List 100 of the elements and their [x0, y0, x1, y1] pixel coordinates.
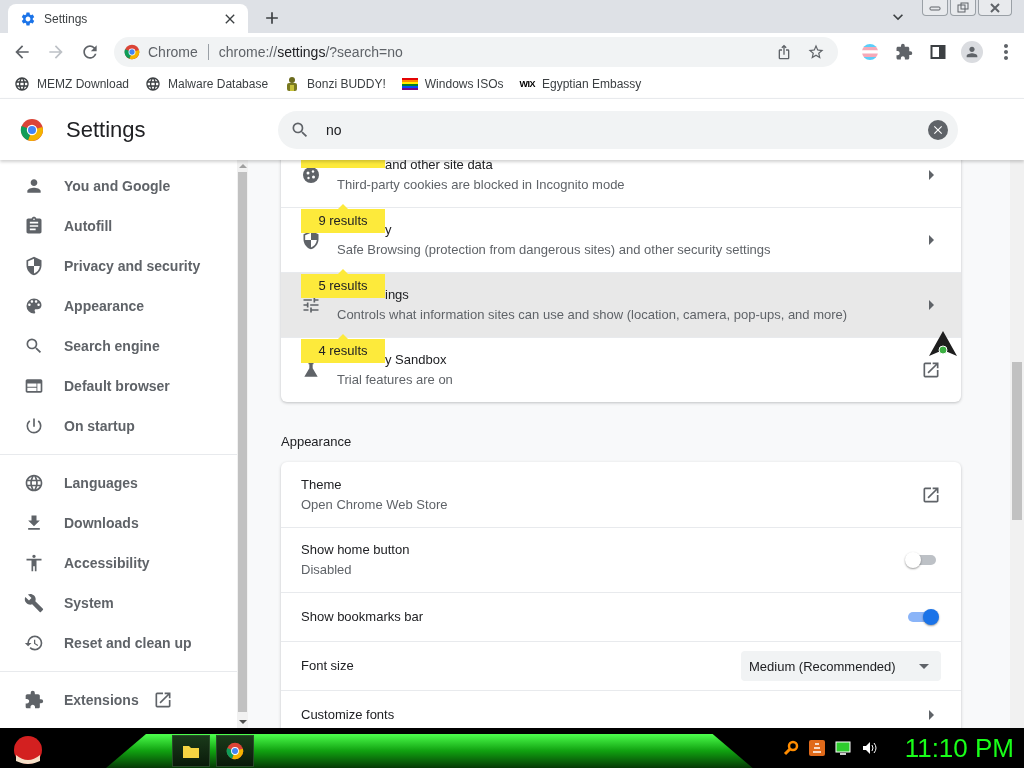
search-input[interactable]: no	[324, 120, 914, 139]
shield-icon	[24, 256, 44, 276]
globe-icon	[24, 473, 44, 493]
sliders-icon	[301, 295, 321, 315]
row-title: Customize fonts	[301, 706, 396, 724]
row-title: Show bookmarks bar	[301, 608, 425, 626]
chrome-logo-icon	[124, 43, 140, 60]
monitor-icon	[834, 740, 851, 756]
side-panel-icon	[930, 43, 946, 60]
section-heading: Appearance	[281, 433, 353, 451]
row-subtitle: Controls what information sites can use and show (location, camera, pop-ups, and more)	[337, 306, 849, 324]
open-external-icon	[921, 360, 941, 380]
settings-row[interactable]: Show bookmarks bar	[281, 592, 961, 641]
restore-button[interactable]	[950, 0, 976, 16]
minimize-icon	[929, 3, 941, 12]
row-title: and other site data	[384, 160, 494, 174]
taskbar-button[interactable]	[216, 735, 254, 767]
row-title: Theme	[301, 475, 343, 494]
app-tray-icon	[808, 740, 825, 756]
row-subtitle: Safe Browsing (protection from dangerous sites) and other security settings	[337, 241, 772, 259]
rainbow-flag-icon	[401, 76, 418, 92]
sidebar-item[interactable]: On startup	[0, 406, 237, 446]
search-field[interactable]: no	[278, 110, 958, 149]
row-subtitle: Third-party cookies are blocked in Incognito mode	[337, 175, 626, 194]
row-subtitle: Open Chrome Web Store	[301, 495, 449, 514]
sidebar-item[interactable]: Languages	[0, 463, 237, 503]
url-text: chrome://settings/?search=no	[218, 43, 404, 60]
row-subtitle: Disabled	[301, 561, 353, 579]
search-icon	[782, 740, 799, 756]
shield-icon	[301, 230, 321, 250]
settings-row[interactable]: Theme Open Chrome Web Store	[281, 462, 961, 527]
caret-icon	[919, 663, 929, 669]
history-icon	[24, 633, 44, 653]
arrow-right-icon	[929, 235, 934, 245]
chrome-logo-icon	[226, 742, 244, 760]
settings-row[interactable]: 5 results ings Controls what information sites can use and show (location, camera, pop-ups, and more)	[281, 272, 961, 337]
row-subtitle: Trial features are on	[337, 371, 454, 389]
clear-search-button[interactable]	[928, 119, 948, 140]
bookmark-item[interactable]: WIX Egyptian Embassy	[517, 73, 650, 95]
search-icon	[24, 336, 44, 356]
speaker-icon	[860, 740, 877, 756]
gear-icon	[20, 10, 36, 27]
accessibility-icon	[24, 553, 44, 573]
taskbar-button[interactable]	[172, 735, 210, 767]
sidebar-item[interactable]: Accessibility	[0, 543, 237, 583]
power-icon	[24, 416, 44, 436]
page-title: Settings	[66, 116, 147, 143]
profile-button[interactable]	[960, 39, 984, 64]
share-icon	[776, 43, 792, 60]
arrow-right-icon	[929, 300, 934, 310]
settings-row[interactable]: Font size Medium (Recommended)	[281, 641, 961, 690]
sidebar-item[interactable]: Search engine	[0, 326, 237, 366]
sidebar-item[interactable]: Appearance	[0, 286, 237, 326]
menu-icon	[1004, 43, 1008, 60]
puzzle-icon	[895, 42, 913, 61]
settings-row[interactable]: 4 results y Sandbox Trial features are on	[281, 337, 961, 402]
scroll-down-icon[interactable]	[238, 720, 247, 724]
arrow-right-icon	[929, 169, 934, 180]
sidebar-item[interactable]: Reset and clean up	[0, 623, 237, 663]
bookmark-item[interactable]: Windows ISOs	[399, 72, 512, 96]
bookmark-item[interactable]: Bonzi BUDDY!	[282, 72, 394, 96]
page-scrollbar[interactable]	[1010, 160, 1024, 728]
chrome-logo-icon	[20, 117, 44, 142]
cursor-icon	[928, 330, 958, 358]
puzzle-icon	[24, 690, 44, 710]
sidebar-scrollbar[interactable]	[237, 160, 248, 728]
settings-row[interactable]: and other site data Third-party cookies are blocked in Incognito mode	[281, 160, 961, 207]
row-title: Show home button	[301, 541, 411, 559]
bookmark-item[interactable]: Malware Database	[143, 72, 277, 96]
address-bar[interactable]: Chrome chrome://settings/?search=no	[114, 36, 838, 67]
globe-icon	[14, 76, 30, 92]
sidebar-item[interactable]: Autofill	[0, 206, 237, 246]
close-icon	[989, 2, 1001, 13]
browser-tab[interactable]: Settings	[8, 4, 248, 33]
row-title: Font size	[301, 657, 355, 675]
wrench-icon	[24, 593, 44, 613]
folder-icon	[182, 743, 200, 759]
font-size-dropdown[interactable]: Medium (Recommended)	[741, 651, 941, 681]
open-external-button[interactable]	[921, 360, 941, 380]
restore-icon	[957, 2, 969, 13]
globe-icon	[145, 76, 162, 92]
close-window-button[interactable]	[978, 0, 1012, 16]
sidebar-item[interactable]: System	[0, 583, 237, 623]
arrow-right-icon	[929, 710, 934, 720]
palette-icon	[24, 296, 44, 316]
bookmark-item[interactable]: MEMZ Download	[12, 72, 138, 96]
sidebar-item[interactable]: Extensions	[0, 680, 237, 720]
clock: 11:10 PM	[904, 732, 1014, 764]
flask-icon	[301, 360, 321, 380]
sidebar-item[interactable]: You and Google	[0, 166, 237, 206]
sidebar-item[interactable]: Default browser	[0, 366, 237, 406]
wix-logo: WIX	[519, 79, 535, 89]
clipboard-icon	[24, 216, 44, 236]
site-label: Chrome	[148, 43, 198, 60]
sidebar-item[interactable]: Downloads	[0, 503, 237, 543]
sidebar-item[interactable]: Privacy and security	[0, 246, 237, 286]
settings-row[interactable]: Show home button Disabled	[281, 527, 961, 592]
tab-title: Settings	[44, 11, 89, 26]
striped-circle-icon	[861, 42, 879, 61]
browser-window-icon	[24, 376, 44, 396]
